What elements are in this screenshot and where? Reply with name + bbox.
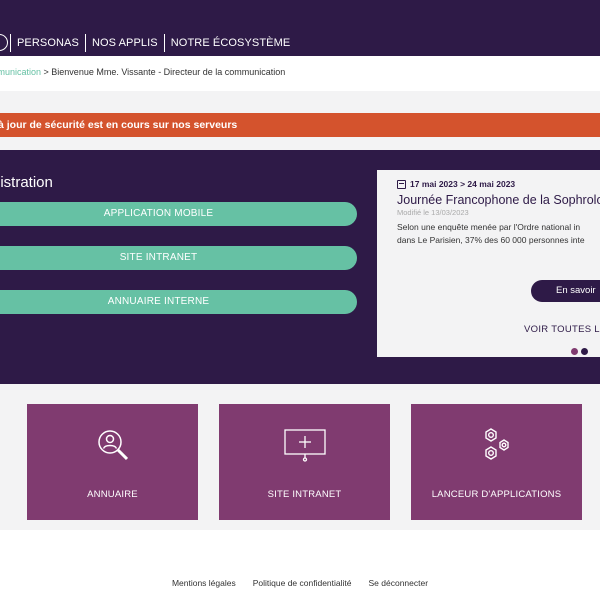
breadcrumb-current: Bienvenue Mme. Vissante - Directeur de l… xyxy=(51,67,286,77)
breadcrumb-bar: mmunication > Bienvenue Mme. Vissante - … xyxy=(0,56,600,91)
news-excerpt-line: Selon une enquête menée par l'Ordre nati… xyxy=(397,222,581,232)
annuaire-interne-button[interactable]: ANNUAIRE INTERNE xyxy=(0,290,357,314)
calendar-icon xyxy=(397,179,406,189)
tile-label: LANCEUR D'APPLICATIONS xyxy=(431,489,562,500)
view-all-news-link[interactable]: VOIR TOUTES LE xyxy=(524,324,600,335)
nav-nos-applis[interactable]: NOS APPLIS xyxy=(84,34,164,52)
application-mobile-button[interactable]: APPLICATION MOBILE xyxy=(0,202,357,226)
tile-lanceur-applications[interactable]: LANCEUR D'APPLICATIONS xyxy=(411,404,582,520)
tile-label: SITE INTRANET xyxy=(267,489,342,500)
footer: Mentions légales Politique de confidenti… xyxy=(0,530,600,600)
tile-site-intranet[interactable]: SITE INTRANET xyxy=(219,404,390,520)
main-nav: PERSONAS NOS APPLIS NOTRE ÉCOSYSTÈME xyxy=(10,34,296,52)
news-read-more-button[interactable]: En savoir xyxy=(531,280,600,302)
news-card: 17 mai 2023 > 24 mai 2023 Journée Franco… xyxy=(377,170,600,357)
privacy-policy-link[interactable]: Politique de confidentialité xyxy=(253,578,352,588)
logout-link[interactable]: Se déconnecter xyxy=(369,578,429,588)
footer-links: Mentions légales Politique de confidenti… xyxy=(0,578,600,588)
carousel-dot-active[interactable] xyxy=(571,348,578,355)
news-modified-date: Modifié le 13/03/2023 xyxy=(397,208,469,217)
news-date-text: 17 mai 2023 > 24 mai 2023 xyxy=(410,179,516,189)
carousel-dot[interactable] xyxy=(581,348,588,355)
nav-personas[interactable]: PERSONAS xyxy=(10,34,85,52)
security-alert-banner: à jour de sécurité est en cours sur nos … xyxy=(0,113,600,137)
tile-label: ANNUAIRE xyxy=(87,489,138,500)
breadcrumb: mmunication > Bienvenue Mme. Vissante - … xyxy=(0,67,285,77)
tile-annuaire[interactable]: ANNUAIRE xyxy=(27,404,198,520)
hero-title: nistration xyxy=(0,174,53,191)
nav-notre-ecosysteme[interactable]: NOTRE ÉCOSYSTÈME xyxy=(163,34,297,52)
top-navigation-bar: PERSONAS NOS APPLIS NOTRE ÉCOSYSTÈME xyxy=(0,0,600,56)
legal-notice-link[interactable]: Mentions légales xyxy=(172,578,236,588)
news-title[interactable]: Journée Francophone de la Sophrolo xyxy=(397,193,600,207)
breadcrumb-separator: > xyxy=(41,67,52,77)
hero-section: nistration APPLICATION MOBILE SITE INTRA… xyxy=(0,150,600,384)
gears-icon xyxy=(480,428,514,469)
alert-text: à jour de sécurité est en cours sur nos … xyxy=(0,119,238,131)
monitor-plus-icon xyxy=(283,428,327,467)
breadcrumb-link[interactable]: mmunication xyxy=(0,67,41,77)
site-intranet-button[interactable]: SITE INTRANET xyxy=(0,246,357,270)
news-date: 17 mai 2023 > 24 mai 2023 xyxy=(397,179,515,189)
news-excerpt-line: dans Le Parisien, 37% des 60 000 personn… xyxy=(397,235,585,245)
search-user-icon xyxy=(96,428,130,467)
user-icon[interactable] xyxy=(0,34,8,51)
news-excerpt: Selon une enquête menée par l'Ordre nati… xyxy=(397,221,600,247)
